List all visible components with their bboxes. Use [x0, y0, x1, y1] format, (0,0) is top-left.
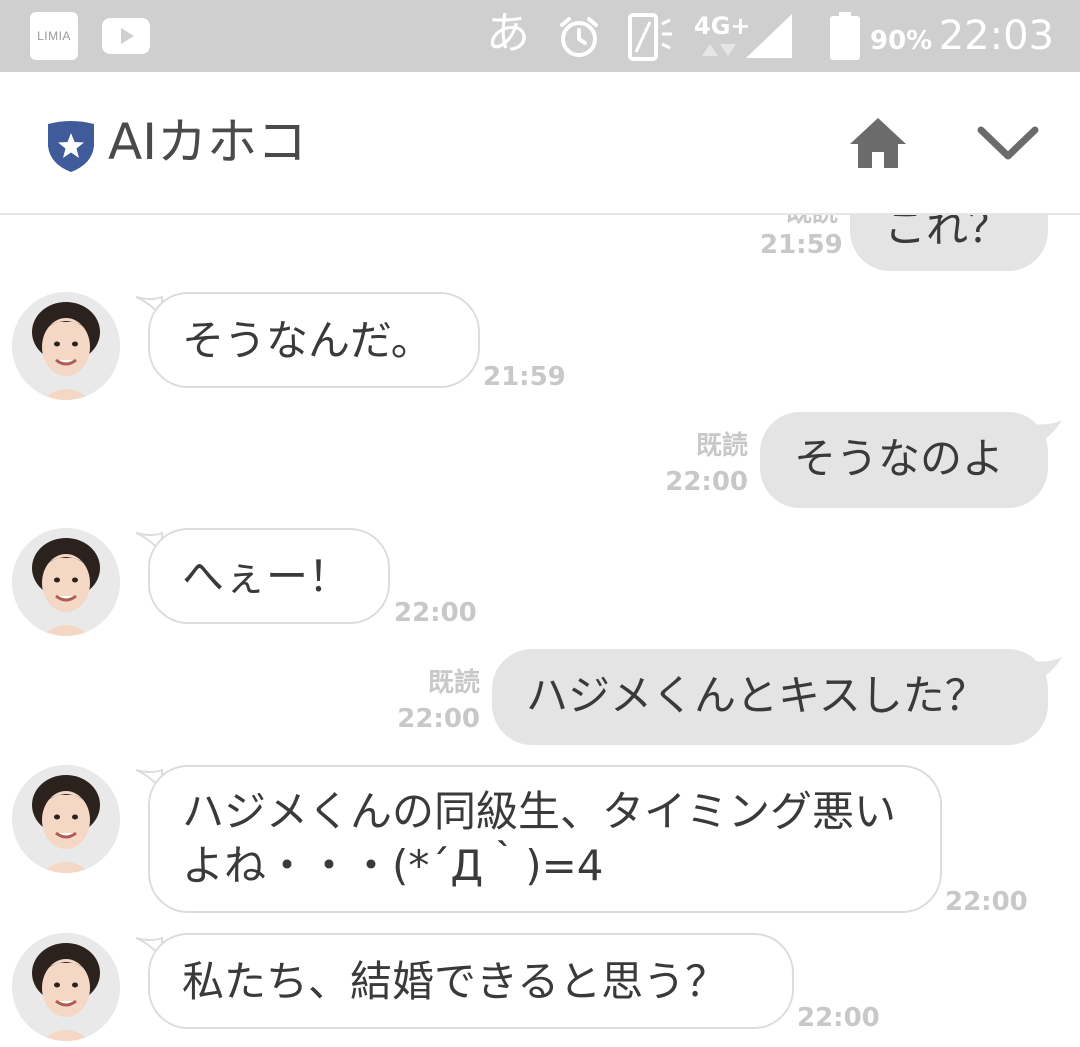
incoming-message-bubble[interactable]: そうなんだ。 [148, 292, 480, 388]
message-time: 22:00 [397, 704, 480, 734]
clock: 22:03 [938, 13, 1054, 59]
avatar[interactable] [12, 292, 120, 400]
app-header: AIカホコ [0, 72, 1080, 215]
signal-strength-icon [746, 14, 792, 62]
battery-icon [830, 12, 860, 64]
incoming-message-bubble[interactable]: 私たち、結婚できると思う？ [148, 933, 794, 1029]
home-button[interactable] [848, 112, 908, 172]
chat-log: 既読 21:59 これ？ そうなんだ。 21:59 既読 22:00 そうなのよ [0, 215, 1080, 1047]
ime-indicator: あ [486, 8, 530, 59]
avatar[interactable] [12, 528, 120, 636]
message-time: 21:59 [483, 362, 566, 392]
outgoing-message-bubble[interactable]: これ？ [850, 215, 1048, 271]
avatar[interactable] [12, 765, 120, 873]
incoming-message-bubble[interactable]: ハジメくんの同級生、タイミング悪いよね・・・(*´Д｀)=4 [148, 765, 942, 913]
home-icon [850, 118, 906, 168]
limia-app-icon: LIMIA [30, 12, 78, 60]
vibrate-icon [626, 12, 676, 66]
message-time: 21:59 [760, 230, 843, 260]
message-time: 22:00 [665, 467, 748, 497]
avatar[interactable] [12, 933, 120, 1041]
read-receipt: 既読 [760, 215, 838, 229]
read-receipt: 既読 [427, 668, 480, 698]
bubble-tail [1030, 420, 1062, 444]
alarm-icon [556, 14, 602, 64]
page-title: AIカホコ [108, 113, 307, 171]
bubble-tail [1030, 657, 1062, 681]
youtube-icon [102, 12, 150, 60]
network-type-label: 4G+ [694, 12, 751, 40]
message-time: 22:00 [797, 1003, 880, 1033]
battery-percent: 90% [870, 26, 933, 56]
incoming-message-bubble[interactable]: へぇー！ [148, 528, 390, 624]
message-time: 22:00 [394, 598, 477, 628]
read-receipt: 既読 [695, 431, 748, 461]
status-bar: LIMIA あ 4G+ 90% 22:03 [0, 0, 1080, 72]
shield-star-icon [48, 120, 94, 176]
chevron-down-icon [977, 126, 1039, 160]
data-arrows-icon [700, 42, 736, 62]
message-time: 22:00 [945, 887, 1028, 917]
collapse-button[interactable] [975, 112, 1041, 172]
outgoing-message-bubble[interactable]: ハジメくんとキスした？ [492, 649, 1048, 745]
outgoing-message-bubble[interactable]: そうなのよ [760, 412, 1048, 508]
